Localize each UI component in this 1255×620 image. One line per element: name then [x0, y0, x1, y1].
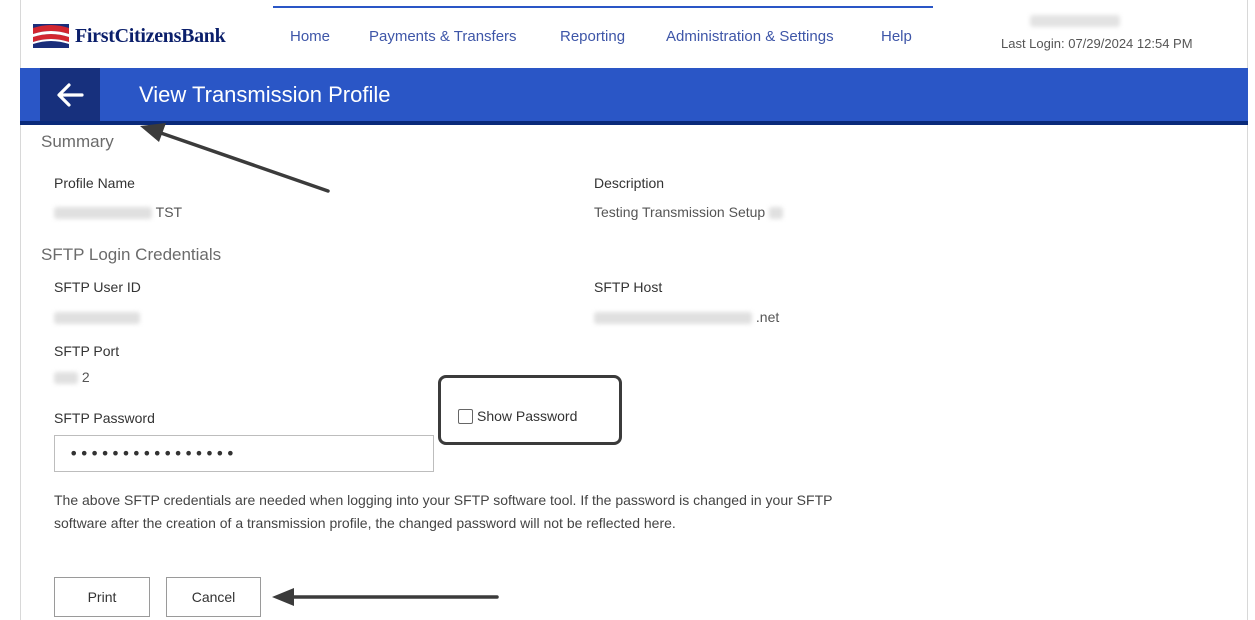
nav-administration-settings[interactable]: Administration & Settings — [666, 28, 834, 45]
redacted-text — [54, 207, 152, 220]
nav-reporting[interactable]: Reporting — [560, 28, 625, 45]
flag-logo-icon — [33, 24, 69, 48]
show-password-label: Show Password — [477, 408, 578, 424]
nav-home[interactable]: Home — [290, 28, 330, 45]
sftp-password-label: SFTP Password — [54, 410, 155, 426]
back-button[interactable] — [40, 68, 100, 121]
profile-name-value: TST — [54, 204, 182, 220]
sftp-password-field[interactable] — [54, 435, 434, 472]
logo-text: FirstCitizensBank — [75, 24, 226, 47]
redacted-text — [594, 312, 752, 325]
sftp-host-suffix: .net — [755, 309, 780, 325]
sftp-host-value: .net — [594, 309, 779, 325]
sftp-port-label: SFTP Port — [54, 343, 120, 359]
redacted-text — [54, 312, 140, 325]
sftp-host-label: SFTP Host — [594, 279, 663, 295]
summary-heading: Summary — [41, 132, 114, 151]
last-login: Last Login: 07/29/2024 12:54 PM — [1001, 36, 1193, 51]
cancel-button[interactable]: Cancel — [166, 577, 261, 617]
sftp-user-id-value — [54, 309, 140, 325]
sftp-credentials-note: The above SFTP credentials are needed wh… — [54, 492, 833, 531]
bank-logo[interactable]: FirstCitizensBank — [33, 24, 226, 48]
show-password-checkbox[interactable] — [458, 408, 473, 424]
nav-help[interactable]: Help — [881, 28, 912, 45]
page-title: View Transmission Profile — [139, 82, 391, 107]
nav-top-rule — [273, 6, 933, 8]
redacted-text — [54, 372, 78, 385]
description-text: Testing Transmission Setup — [594, 204, 766, 220]
description-value: Testing Transmission Setup — [594, 204, 784, 220]
profile-name-suffix: TST — [155, 204, 183, 220]
show-password-toggle[interactable]: Show Password — [458, 408, 577, 424]
sftp-credentials-heading: SFTP Login Credentials — [41, 245, 222, 264]
nav-payments-transfers[interactable]: Payments & Transfers — [369, 28, 517, 45]
print-button[interactable]: Print — [54, 577, 150, 617]
description-label: Description — [594, 175, 665, 191]
sftp-port-suffix: 2 — [81, 369, 90, 385]
user-name-redacted — [1030, 15, 1120, 27]
sftp-user-id-label: SFTP User ID — [54, 279, 141, 295]
redacted-text — [769, 207, 784, 220]
arrow-left-icon — [57, 82, 84, 107]
sftp-port-value: 2 — [54, 369, 90, 385]
profile-name-label: Profile Name — [54, 175, 135, 191]
page-title-bar: View Transmission Profile — [20, 68, 1248, 125]
